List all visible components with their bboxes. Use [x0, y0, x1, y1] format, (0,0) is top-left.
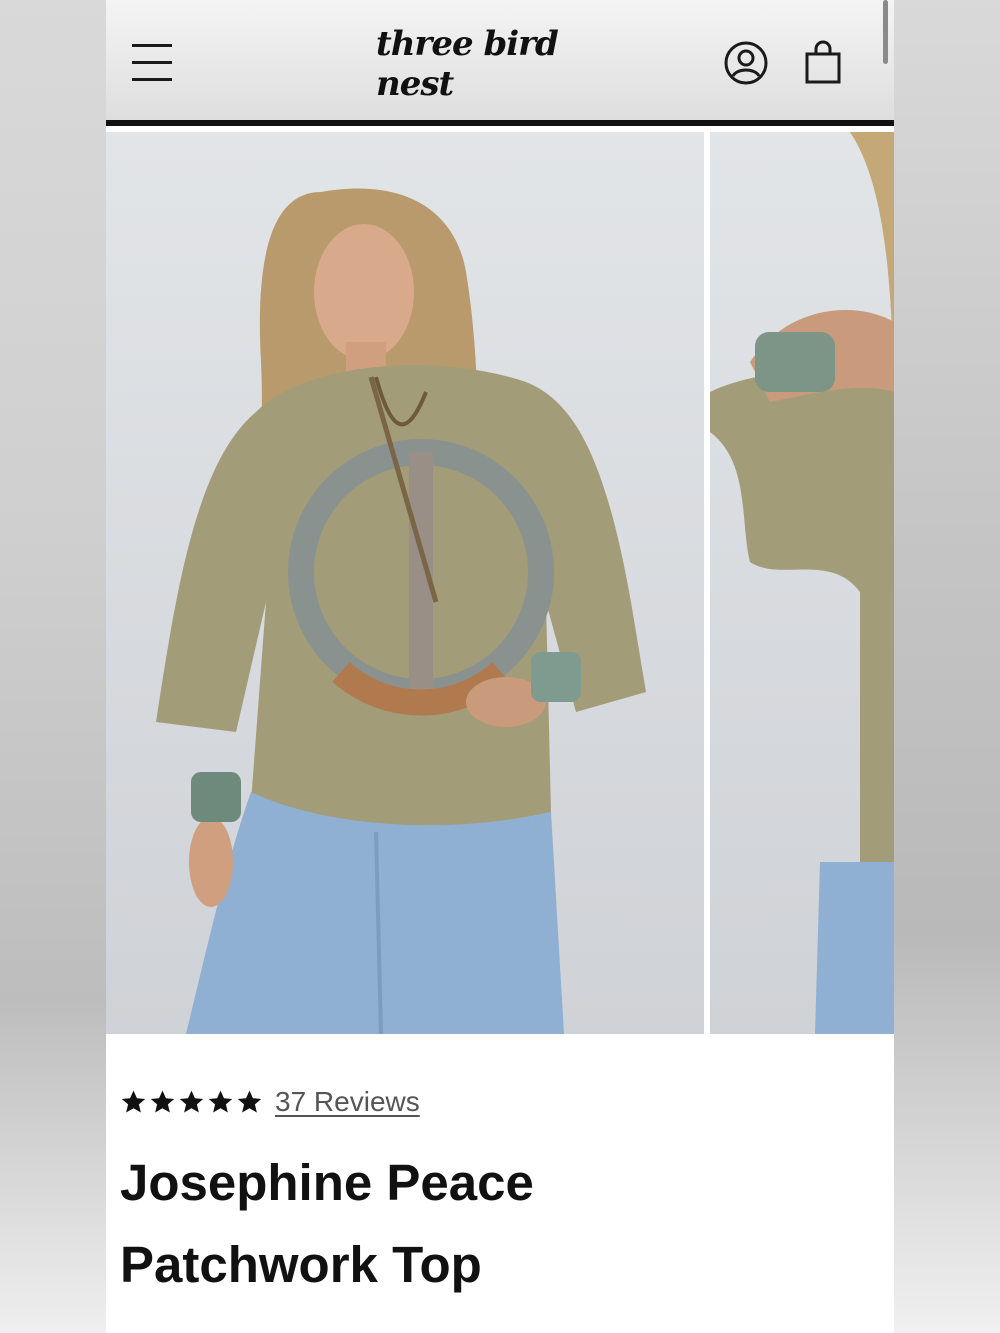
product-rating: 37 Reviews — [120, 1086, 420, 1118]
menu-icon-bar — [132, 61, 172, 64]
product-photo-detail[interactable] — [710, 132, 894, 1034]
brand-logo[interactable]: three bird nest — [376, 24, 626, 104]
model-illustration — [156, 188, 646, 1034]
site-header: three bird nest — [106, 0, 894, 126]
account-icon — [724, 41, 768, 85]
menu-button[interactable] — [132, 44, 172, 82]
background-blur-left — [0, 0, 106, 1333]
product-photo-front[interactable] — [106, 132, 704, 1034]
cart-button[interactable] — [803, 40, 843, 86]
star-icon — [150, 1090, 175, 1113]
star-icon — [208, 1090, 233, 1113]
menu-icon-bar — [132, 78, 172, 81]
scrollbar[interactable] — [883, 0, 888, 64]
product-image-carousel[interactable] — [106, 132, 894, 1034]
phone-screen: three bird nest 37 Reviews Josephine Pea… — [106, 0, 894, 1333]
menu-icon — [132, 44, 172, 47]
reviews-link[interactable]: 37 Reviews — [275, 1086, 420, 1118]
star-icon — [121, 1090, 146, 1113]
star-rating — [120, 1089, 263, 1115]
model-illustration-detail — [710, 132, 894, 1034]
product-info: 37 Reviews Josephine Peace Patchwork Top — [106, 1034, 894, 1333]
shopping-bag-icon — [805, 40, 841, 84]
star-icon — [179, 1090, 204, 1113]
product-title: Josephine Peace Patchwork Top — [120, 1154, 534, 1293]
star-icon — [237, 1090, 262, 1113]
account-button[interactable] — [723, 40, 769, 86]
background-blur-right — [894, 0, 1000, 1333]
